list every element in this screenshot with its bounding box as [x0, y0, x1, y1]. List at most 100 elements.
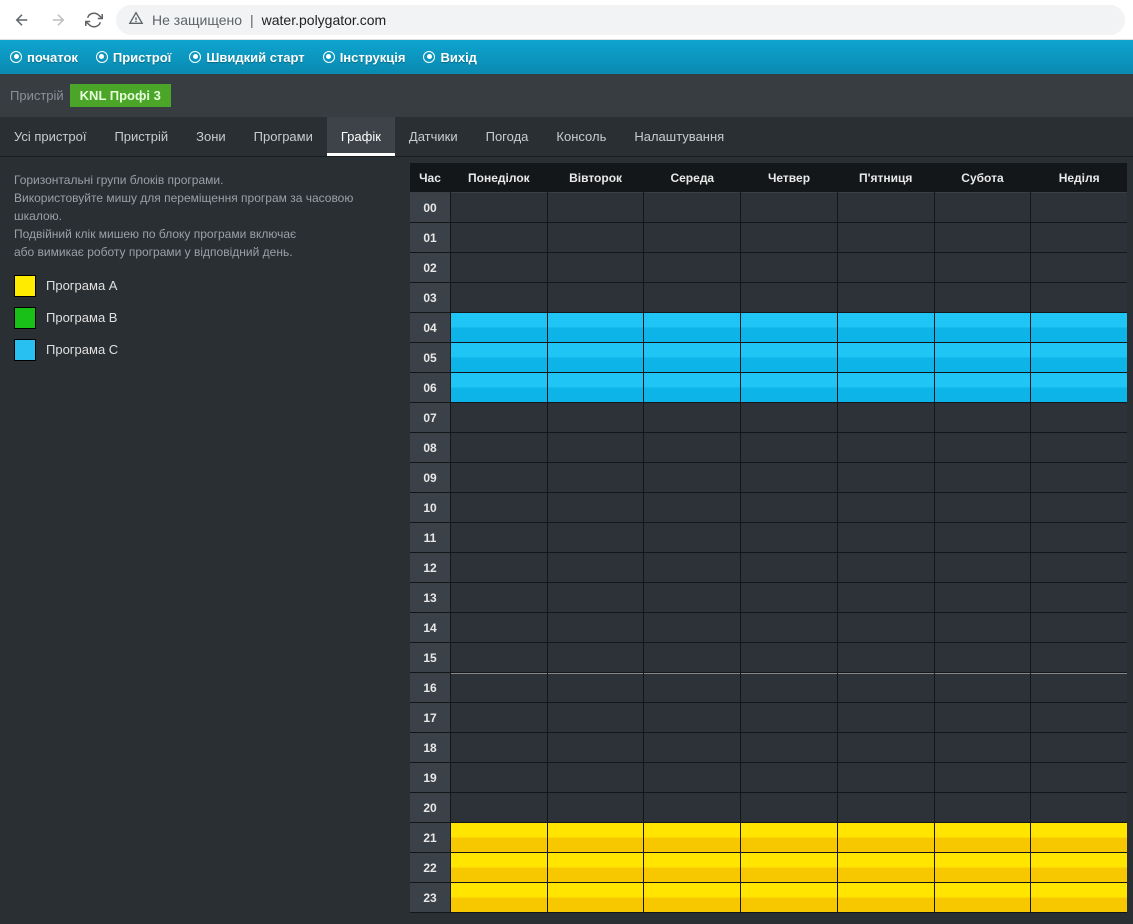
schedule-slot[interactable] [644, 253, 740, 283]
schedule-slot[interactable] [548, 283, 644, 313]
schedule-slot[interactable] [548, 313, 644, 343]
schedule-slot[interactable] [451, 193, 547, 223]
schedule-slot[interactable] [548, 403, 644, 433]
schedule-slot[interactable] [1031, 583, 1127, 613]
schedule-slot[interactable] [451, 463, 547, 493]
schedule-slot[interactable] [644, 493, 740, 523]
schedule-slot[interactable] [1031, 613, 1127, 643]
schedule-slot[interactable] [1031, 253, 1127, 283]
schedule-slot[interactable] [935, 883, 1031, 913]
schedule-slot[interactable] [1031, 823, 1127, 853]
schedule-slot[interactable] [548, 193, 644, 223]
schedule-slot[interactable] [741, 343, 837, 373]
tab-5[interactable]: Датчики [395, 117, 472, 156]
schedule-slot[interactable] [1031, 493, 1127, 523]
schedule-slot[interactable] [838, 553, 934, 583]
schedule-slot[interactable] [741, 553, 837, 583]
schedule-slot[interactable] [644, 883, 740, 913]
schedule-slot[interactable] [935, 253, 1031, 283]
schedule-slot[interactable] [838, 493, 934, 523]
schedule-slot[interactable] [741, 613, 837, 643]
tab-1[interactable]: Пристрій [100, 117, 182, 156]
schedule-slot[interactable] [741, 763, 837, 793]
schedule-slot[interactable] [838, 733, 934, 763]
schedule-slot[interactable] [644, 223, 740, 253]
schedule-slot[interactable] [741, 703, 837, 733]
schedule-slot[interactable] [451, 253, 547, 283]
schedule-slot[interactable] [838, 343, 934, 373]
schedule-slot[interactable] [935, 673, 1031, 703]
schedule-slot[interactable] [1031, 463, 1127, 493]
schedule-slot[interactable] [644, 373, 740, 403]
schedule-slot[interactable] [451, 853, 547, 883]
schedule-slot[interactable] [451, 703, 547, 733]
schedule-slot[interactable] [1031, 553, 1127, 583]
schedule-slot[interactable] [548, 463, 644, 493]
schedule-slot[interactable] [935, 373, 1031, 403]
schedule-slot[interactable] [548, 253, 644, 283]
schedule-slot[interactable] [838, 703, 934, 733]
schedule-slot[interactable] [935, 463, 1031, 493]
schedule-slot[interactable] [935, 553, 1031, 583]
schedule-slot[interactable] [838, 823, 934, 853]
schedule-slot[interactable] [935, 283, 1031, 313]
schedule-slot[interactable] [644, 583, 740, 613]
schedule-slot[interactable] [741, 223, 837, 253]
schedule-slot[interactable] [935, 343, 1031, 373]
schedule-slot[interactable] [838, 853, 934, 883]
schedule-slot[interactable] [935, 523, 1031, 553]
schedule-slot[interactable] [644, 283, 740, 313]
schedule-slot[interactable] [644, 643, 740, 673]
schedule-slot[interactable] [935, 403, 1031, 433]
schedule-slot[interactable] [838, 433, 934, 463]
schedule-slot[interactable] [644, 733, 740, 763]
schedule-slot[interactable] [838, 763, 934, 793]
nav-quickstart[interactable]: Швидкий старт [189, 50, 304, 65]
schedule-slot[interactable] [838, 463, 934, 493]
schedule-slot[interactable] [741, 583, 837, 613]
schedule-slot[interactable] [838, 643, 934, 673]
schedule-slot[interactable] [548, 733, 644, 763]
schedule-slot[interactable] [451, 823, 547, 853]
schedule-slot[interactable] [935, 793, 1031, 823]
schedule-slot[interactable] [644, 763, 740, 793]
schedule-slot[interactable] [451, 793, 547, 823]
schedule-slot[interactable] [741, 403, 837, 433]
schedule-slot[interactable] [741, 373, 837, 403]
schedule-slot[interactable] [935, 703, 1031, 733]
schedule-slot[interactable] [451, 883, 547, 913]
schedule-slot[interactable] [644, 313, 740, 343]
schedule-slot[interactable] [1031, 433, 1127, 463]
schedule-slot[interactable] [548, 373, 644, 403]
schedule-slot[interactable] [1031, 733, 1127, 763]
schedule-slot[interactable] [838, 613, 934, 643]
schedule-slot[interactable] [644, 523, 740, 553]
schedule-slot[interactable] [741, 493, 837, 523]
tab-4[interactable]: Графік [327, 117, 395, 156]
schedule-slot[interactable] [1031, 193, 1127, 223]
tab-6[interactable]: Погода [472, 117, 543, 156]
tab-2[interactable]: Зони [182, 117, 240, 156]
schedule-slot[interactable] [1031, 223, 1127, 253]
schedule-slot[interactable] [548, 523, 644, 553]
schedule-slot[interactable] [838, 373, 934, 403]
schedule-slot[interactable] [838, 193, 934, 223]
schedule-slot[interactable] [1031, 853, 1127, 883]
schedule-slot[interactable] [838, 313, 934, 343]
schedule-slot[interactable] [838, 223, 934, 253]
schedule-slot[interactable] [548, 793, 644, 823]
schedule-slot[interactable] [548, 343, 644, 373]
schedule-slot[interactable] [935, 823, 1031, 853]
schedule-slot[interactable] [741, 823, 837, 853]
schedule-slot[interactable] [1031, 763, 1127, 793]
schedule-slot[interactable] [1031, 643, 1127, 673]
schedule-slot[interactable] [451, 283, 547, 313]
schedule-slot[interactable] [644, 553, 740, 583]
schedule-slot[interactable] [644, 703, 740, 733]
forward-button[interactable] [44, 6, 72, 34]
schedule-slot[interactable] [838, 253, 934, 283]
schedule-slot[interactable] [451, 763, 547, 793]
schedule-slot[interactable] [935, 853, 1031, 883]
schedule-slot[interactable] [741, 883, 837, 913]
schedule-slot[interactable] [548, 883, 644, 913]
